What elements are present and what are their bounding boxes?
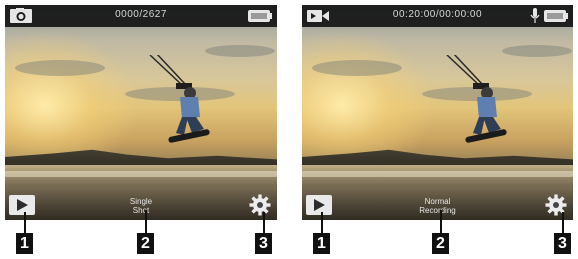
callout-number: 2 [432, 233, 449, 254]
callout-number: 3 [554, 233, 571, 254]
microphone-icon [530, 8, 540, 23]
cloud [15, 60, 105, 76]
mode-label-line1: Normal [424, 197, 451, 206]
capture-mode-button[interactable]: Single Shot [5, 197, 277, 215]
callout-number: 1 [16, 233, 33, 254]
status-bar: 00:20:00/00:00:00 [302, 5, 573, 27]
battery-icon [248, 10, 272, 22]
callout-leader-line [562, 212, 564, 234]
mode-label-line2: Recording [419, 206, 456, 215]
camera-screen-photo-mode: 0000/2627 Single Shot [5, 5, 277, 220]
callout-leader-line [24, 212, 26, 234]
callout-leader-line [263, 212, 265, 234]
wave-foam [302, 171, 573, 177]
shot-counter: 0000/2627 [115, 9, 167, 20]
bottom-control-bar: Normal Recording [302, 188, 573, 220]
callout-leader-line [321, 212, 323, 234]
callout-number: 2 [137, 233, 154, 254]
battery-icon [544, 10, 568, 22]
callout-number: 3 [255, 233, 272, 254]
wave-foam [5, 171, 277, 177]
callout-number: 1 [313, 233, 330, 254]
camera-screen-video-mode: 00:20:00/00:00:00 Normal Recording [302, 5, 573, 220]
callout-leader-line [440, 210, 442, 234]
callout-leader-line [145, 210, 147, 234]
capture-mode-button[interactable]: Normal Recording [302, 197, 573, 215]
mode-label-line1: Single [129, 197, 153, 206]
status-bar: 0000/2627 [5, 5, 277, 27]
cloud [312, 60, 402, 76]
kiteboarder-figure [446, 55, 507, 143]
gear-icon[interactable] [249, 194, 271, 216]
bottom-control-bar: Single Shot [5, 188, 277, 220]
mode-label-line2: Shot [132, 206, 150, 215]
kiteboarder-figure [149, 55, 210, 143]
